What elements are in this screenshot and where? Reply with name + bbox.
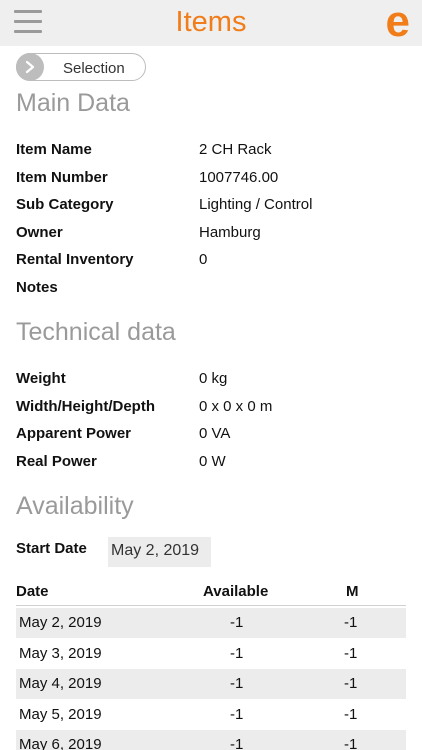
row-date: May 3, 2019: [19, 645, 102, 662]
rental-inventory-value: 0: [199, 251, 208, 268]
row-date: May 2, 2019: [19, 614, 102, 631]
rental-inventory-label: Rental Inventory: [16, 251, 134, 268]
item-number-value: 1007746.00: [199, 169, 279, 186]
table-row: May 3, 2019 -1 -1: [16, 639, 406, 669]
row-available: -1: [230, 736, 244, 750]
column-header-m: M: [346, 583, 359, 600]
column-header-date: Date: [16, 583, 49, 600]
row-date: May 6, 2019: [19, 736, 102, 750]
row-date: May 5, 2019: [19, 706, 102, 723]
item-name-value: 2 CH Rack: [199, 141, 272, 158]
selection-label: Selection: [63, 60, 125, 77]
availability-table-header: Date Available M: [16, 582, 406, 606]
row-m: -1: [344, 736, 358, 750]
weight-value: 0 kg: [199, 370, 228, 387]
table-row: May 6, 2019 -1 -1: [16, 730, 406, 750]
apparent-power-label: Apparent Power: [16, 425, 132, 442]
apparent-power-value: 0 VA: [199, 425, 231, 442]
technical-data-heading: Technical data: [16, 318, 176, 346]
page-title: Items: [175, 6, 247, 38]
table-row: May 2, 2019 -1 -1: [16, 608, 406, 638]
weight-label: Weight: [16, 370, 66, 387]
app-logo: e: [385, 0, 410, 46]
row-available: -1: [230, 614, 244, 631]
top-bar: Items e: [0, 0, 422, 46]
row-m: -1: [344, 706, 358, 723]
start-date-value: May 2, 2019: [111, 542, 200, 559]
row-m: -1: [344, 645, 358, 662]
selection-button[interactable]: Selection: [16, 53, 146, 81]
start-date-field[interactable]: May 2, 2019: [108, 537, 211, 567]
table-row: May 4, 2019 -1 -1: [16, 669, 406, 699]
row-m: -1: [344, 614, 358, 631]
row-available: -1: [230, 645, 244, 662]
table-row: May 5, 2019 -1 -1: [16, 700, 406, 730]
dimensions-value: 0 x 0 x 0 m: [199, 398, 273, 415]
row-available: -1: [230, 675, 244, 692]
item-number-label: Item Number: [16, 169, 108, 186]
owner-label: Owner: [16, 224, 63, 241]
real-power-label: Real Power: [16, 453, 97, 470]
sub-category-value: Lighting / Control: [199, 196, 313, 213]
notes-label: Notes: [16, 279, 58, 296]
row-date: May 4, 2019: [19, 675, 102, 692]
row-m: -1: [344, 675, 358, 692]
availability-heading: Availability: [16, 492, 134, 520]
start-date-label: Start Date: [16, 540, 87, 557]
main-data-heading: Main Data: [16, 89, 130, 117]
owner-value: Hamburg: [199, 224, 261, 241]
real-power-value: 0 W: [199, 453, 226, 470]
sub-category-label: Sub Category: [16, 196, 114, 213]
chevron-right-icon: [16, 53, 44, 81]
item-name-label: Item Name: [16, 141, 92, 158]
column-header-available: Available: [203, 583, 269, 600]
dimensions-label: Width/Height/Depth: [16, 398, 156, 415]
row-available: -1: [230, 706, 244, 723]
